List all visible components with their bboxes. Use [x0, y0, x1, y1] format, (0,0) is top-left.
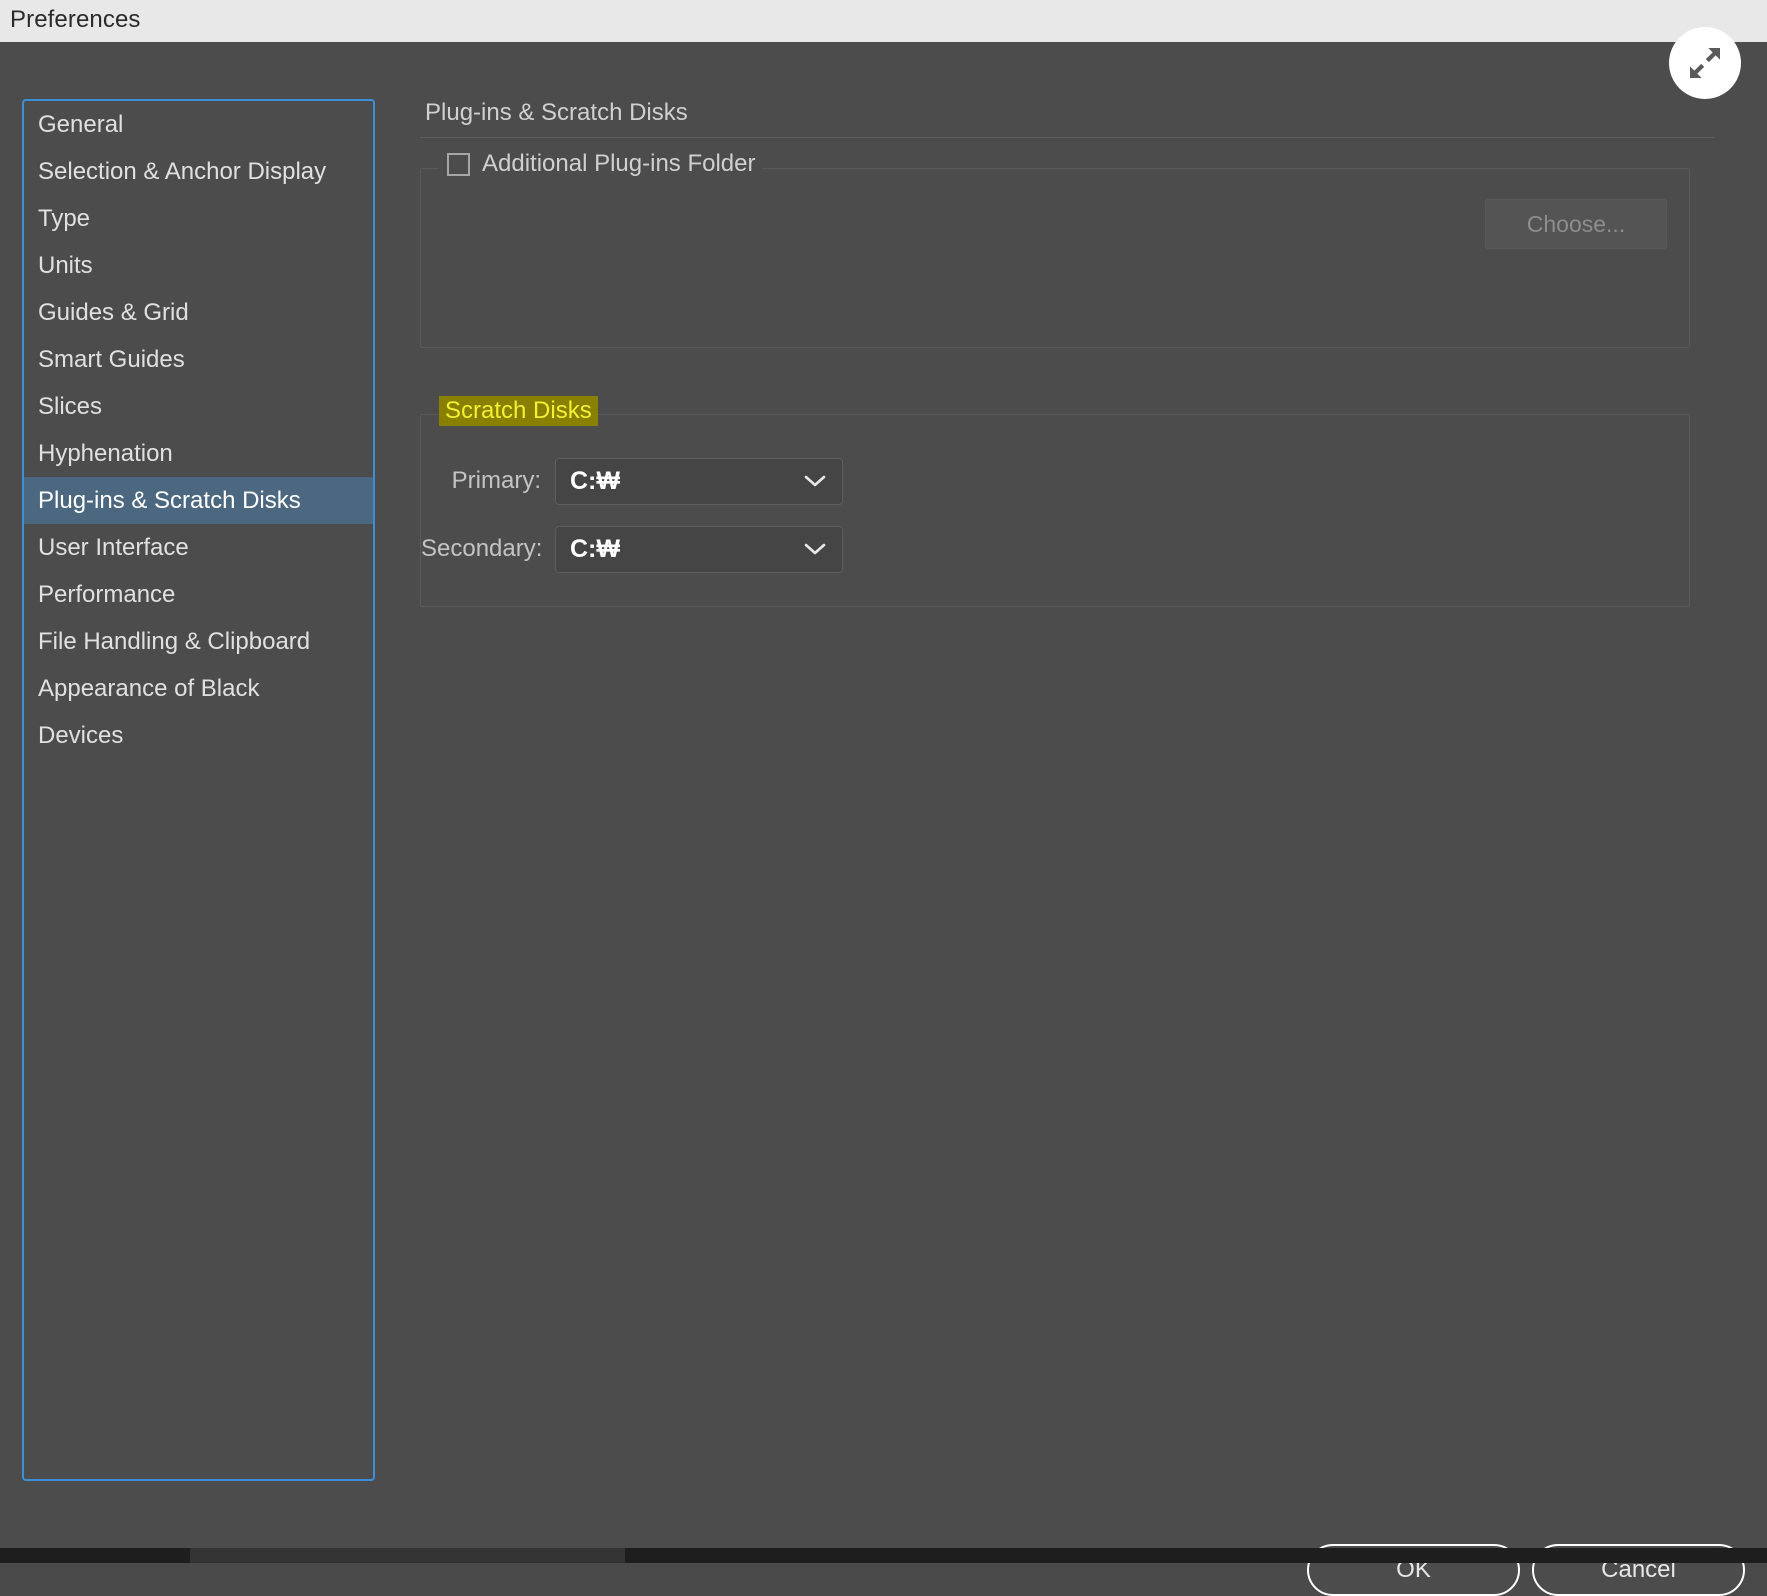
- chevron-down-icon: [804, 542, 826, 556]
- secondary-scratch-disk-select[interactable]: C:₩: [555, 526, 843, 573]
- sidebar-item-label: Appearance of Black: [38, 675, 259, 702]
- window-title: Preferences: [10, 6, 141, 34]
- horizontal-scrollbar-thumb[interactable]: [190, 1548, 625, 1563]
- additional-plugins-folder-checkbox[interactable]: [447, 153, 470, 176]
- choose-button[interactable]: Choose...: [1485, 199, 1667, 249]
- sidebar-item-label: Type: [38, 205, 90, 232]
- primary-scratch-disk-label: Primary:: [421, 467, 555, 495]
- sidebar-item-plugins-scratch-disks[interactable]: Plug-ins & Scratch Disks: [24, 477, 373, 524]
- sidebar-item-units[interactable]: Units: [24, 242, 373, 289]
- title-divider: [420, 137, 1715, 138]
- sidebar-item-guides-grid[interactable]: Guides & Grid: [24, 289, 373, 336]
- sidebar-item-label: User Interface: [38, 534, 189, 561]
- sidebar-item-label: Slices: [38, 393, 102, 420]
- sidebar-item-performance[interactable]: Performance: [24, 571, 373, 618]
- sidebar-item-general[interactable]: General: [24, 101, 373, 148]
- sidebar-item-label: Plug-ins & Scratch Disks: [38, 487, 301, 514]
- additional-plugins-folder-group: Additional Plug-ins Folder Choose...: [420, 168, 1690, 348]
- sidebar-item-hyphenation[interactable]: Hyphenation: [24, 430, 373, 477]
- additional-plugins-folder-label: Additional Plug-ins Folder: [482, 150, 755, 178]
- sidebar-item-label: Devices: [38, 722, 123, 749]
- sidebar-item-label: Performance: [38, 581, 175, 608]
- preferences-dialog: General Selection & Anchor Display Type …: [0, 42, 1767, 1548]
- secondary-scratch-disk-label: Secondary:: [421, 535, 555, 563]
- preferences-panel: Plug-ins & Scratch Disks Additional Plug…: [420, 99, 1740, 607]
- scratch-disks-legend-label: Scratch Disks: [445, 397, 592, 425]
- additional-plugins-folder-legend: Additional Plug-ins Folder: [439, 150, 763, 178]
- window-titlebar: Preferences: [0, 0, 1767, 43]
- dialog-footer: OK Cancel: [0, 1490, 1767, 1590]
- page-title: Plug-ins & Scratch Disks: [420, 99, 1740, 127]
- choose-button-label: Choose...: [1527, 211, 1625, 238]
- primary-scratch-disk-row: Primary: C:₩: [421, 455, 1689, 507]
- sidebar-item-smart-guides[interactable]: Smart Guides: [24, 336, 373, 383]
- sidebar-item-label: Guides & Grid: [38, 299, 189, 326]
- secondary-scratch-disk-value: C:₩: [556, 535, 620, 564]
- sidebar-item-label: File Handling & Clipboard: [38, 628, 310, 655]
- scratch-disks-group: Scratch Disks Primary: C:₩ Secondary: C:…: [420, 414, 1690, 607]
- preferences-category-list[interactable]: General Selection & Anchor Display Type …: [22, 99, 375, 1481]
- sidebar-item-type[interactable]: Type: [24, 195, 373, 242]
- sidebar-item-appearance-of-black[interactable]: Appearance of Black: [24, 665, 373, 712]
- sidebar-item-user-interface[interactable]: User Interface: [24, 524, 373, 571]
- primary-scratch-disk-value: C:₩: [556, 467, 620, 496]
- sidebar-item-slices[interactable]: Slices: [24, 383, 373, 430]
- sidebar-item-file-handling-clipboard[interactable]: File Handling & Clipboard: [24, 618, 373, 665]
- sidebar-item-label: Hyphenation: [38, 440, 173, 467]
- secondary-scratch-disk-row: Secondary: C:₩: [421, 523, 1689, 575]
- sidebar-item-label: General: [38, 111, 123, 138]
- primary-scratch-disk-select[interactable]: C:₩: [555, 458, 843, 505]
- chevron-down-icon: [804, 474, 826, 488]
- scratch-disks-legend: Scratch Disks: [439, 396, 598, 426]
- sidebar-item-label: Smart Guides: [38, 346, 185, 373]
- horizontal-scrollbar[interactable]: [0, 1548, 1767, 1563]
- sidebar-item-label: Units: [38, 252, 93, 279]
- sidebar-item-label: Selection & Anchor Display: [38, 158, 326, 185]
- expand-arrows-icon[interactable]: [1669, 27, 1741, 99]
- sidebar-item-selection-anchor-display[interactable]: Selection & Anchor Display: [24, 148, 373, 195]
- sidebar-item-devices[interactable]: Devices: [24, 712, 373, 759]
